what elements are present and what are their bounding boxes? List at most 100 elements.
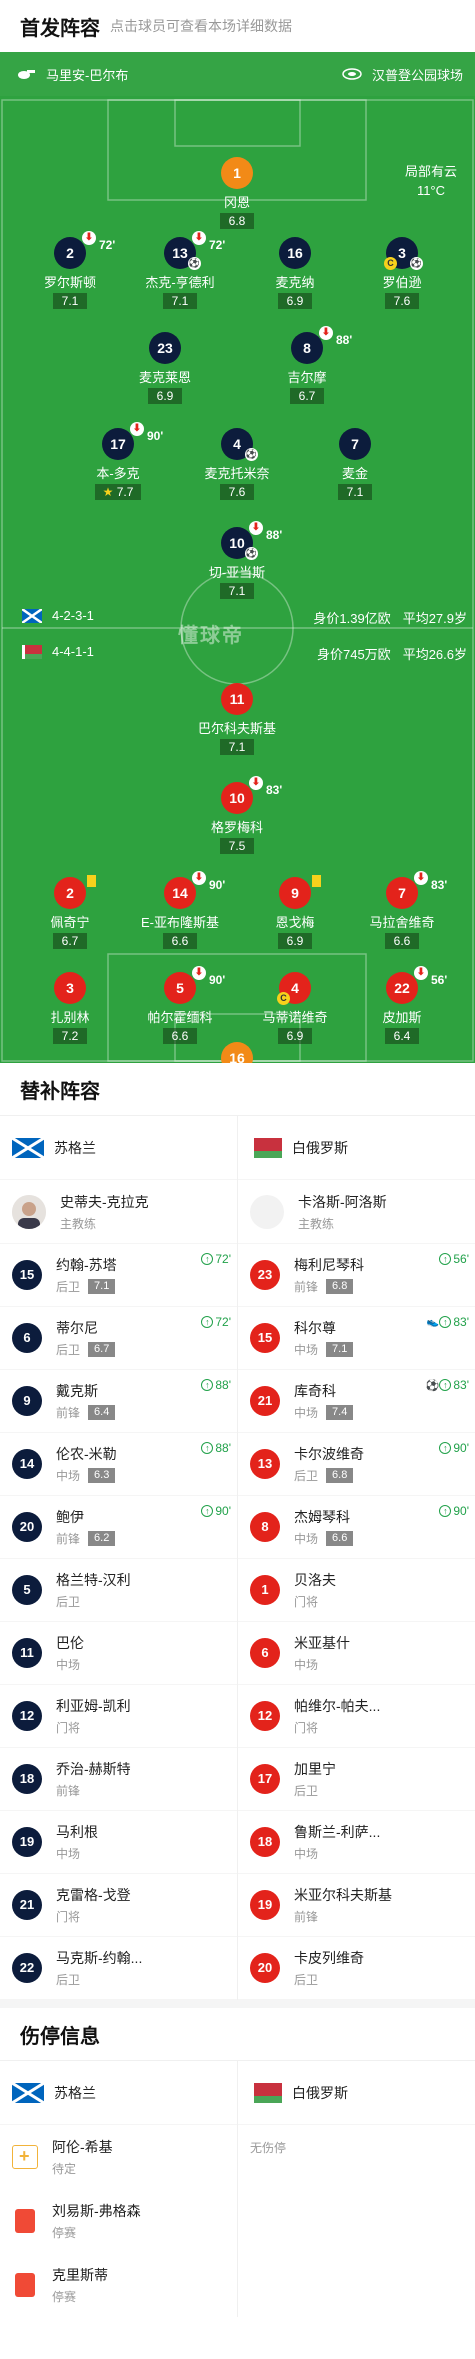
home-player[interactable]: 10 ⬇ 88' ⚽ 切-亚当斯 7.1 [182,521,292,600]
sub-player-info: 马利根 中场 [56,1822,98,1862]
subs-title: 替补阵容 [20,1080,100,1103]
player-name: 利亚姆-凯利 [56,1698,131,1714]
jersey-number: 6 [12,1323,42,1353]
home-player[interactable]: 16 麦克纳 6.9 [240,237,350,310]
jersey-number: 19 [250,1890,280,1920]
home-player[interactable]: 17 ⬇ 90' 本-多克 ★ 7.7 [63,422,173,501]
home-coach[interactable]: 史蒂夫-克拉克 主教练 [0,1180,237,1244]
away-coach[interactable]: 卡洛斯-阿洛斯 主教练 [238,1180,475,1244]
sub-player-row[interactable]: 12 帕维尔-帕夫... 门将 [238,1685,475,1748]
sub-player-info: 利亚姆-凯利 门将 [56,1696,131,1736]
sub-player-info: 乔治-赫斯特 前锋 [56,1759,131,1799]
jersey-number: 8 [250,1512,280,1542]
player-name: 卡尔波维奇 [294,1446,364,1462]
sub-player-row[interactable]: 20 卡皮列维奇 后卫 [238,1937,475,2000]
injury-row[interactable]: 克里斯蒂 停赛 [0,2253,237,2317]
sub-minute: 72' [215,1315,231,1329]
sub-minute: 83' [431,878,448,892]
away-player[interactable]: 2 佩奇宁 6.7 [15,875,125,950]
away-player[interactable]: 14 ⬇ 90' E-亚布隆斯基 6.6 [125,871,235,950]
sub-player-row[interactable]: 17 加里宁 后卫 [238,1748,475,1811]
goal-icon: ⚽ [245,547,258,560]
sub-player-row[interactable]: 12 利亚姆-凯利 门将 [0,1685,237,1748]
home-player[interactable]: 7 麦金 7.1 [300,428,410,501]
sub-player-row[interactable]: 23 梅利尼琴科 前锋 6.8 ↑ 56' [238,1244,475,1307]
scotland-flag-icon [12,1137,44,1158]
player-name: 巴伦 [56,1635,84,1651]
player-position: 门将 [56,1910,81,1924]
sub-player-row[interactable]: 9 戴克斯 前锋 6.4 ↑ 88' [0,1370,237,1433]
player-position: 中场 [294,1847,319,1861]
sub-player-row[interactable]: 20 鲍伊 前锋 6.2 ↑ 90' [0,1496,237,1559]
away-player[interactable]: 16拉波霍夫7.5 [182,1042,292,1063]
player-position: 前锋 [294,1910,319,1924]
home-player[interactable]: 2 ⬇ 72' 罗尔斯顿 7.1 [15,231,125,310]
player-position: 前锋 6.4 [56,1404,116,1421]
sub-player-row[interactable]: 19 米亚尔科夫斯基 前锋 [238,1874,475,1937]
jersey-number: 11 [221,683,253,715]
sub-on-icon: ↑ [201,1253,214,1265]
sub-player-row[interactable]: 5 格兰特-汉利 后卫 [0,1559,237,1622]
sub-player-row[interactable]: 22 马克斯-约翰... 后卫 [0,1937,237,2000]
home-player[interactable]: 8 ⬇ 88' 吉尔摩 6.7 [252,326,362,405]
player-name: 米亚尔科夫斯基 [294,1887,392,1903]
player-name: 约翰-苏塔 [56,1257,117,1273]
sub-player-info: 卡尔波维奇后卫 6.8 [294,1444,364,1484]
sub-minute: 88' [215,1441,231,1455]
home-player[interactable]: 23 麦克莱恩 6.9 [110,332,220,405]
away-player[interactable]: 10 ⬇ 83' 格罗梅科 7.5 [182,776,292,855]
jersey-number: 10 ⬇ 88' ⚽ [221,521,282,560]
sub-player-row[interactable]: 18 乔治-赫斯特 前锋 [0,1748,237,1811]
coach-role: 主教练 [298,1216,335,1231]
player-rating: 6.4 [88,1405,116,1420]
sub-player-row[interactable]: 15 科尔尊 中场 7.1 👟 ↑ 83' [238,1307,475,1370]
player-position: 后卫 6.8 [294,1467,364,1484]
away-player[interactable]: 7 ⬇ 83' 马拉舍维奇 6.6 [347,871,457,950]
away-team-info: 身价745万欧 平均26.6岁 [316,647,467,662]
coach-name: 史蒂夫-克拉克 [60,1193,149,1210]
sub-player-row[interactable]: 14 伦农-米勒 中场 6.3 ↑ 88' [0,1433,237,1496]
player-rating: 6.2 [88,1531,116,1546]
away-player[interactable]: 11 巴尔科夫斯基 7.1 [182,683,292,756]
no-injuries-text: 无伤停 [250,2141,287,2155]
jersey-number: 1 [250,1575,280,1605]
sub-player-row[interactable]: 21 克雷格-戈登 门将 [0,1874,237,1937]
page-hint: 点击球员可查看本场详细数据 [110,18,292,34]
away-player[interactable]: 3 扎别林 7.2 [15,972,125,1045]
sub-player-row[interactable]: 18 鲁斯兰-利萨... 中场 [238,1811,475,1874]
sub-player-row[interactable]: 6 蒂尔尼 后卫 6.7 ↑ 72' [0,1307,237,1370]
sub-player-row[interactable]: 19 马利根 中场 [0,1811,237,1874]
home-player[interactable]: 4 ⚽ 麦克托米奈 7.6 [182,428,292,501]
injury-row[interactable]: 刘易斯-弗格森 停赛 [0,2189,237,2253]
sub-player-info: 米亚基什 中场 [294,1633,350,1673]
away-player[interactable]: 5 ⬇ 90' 帕尔霍缅科 6.6 [125,966,235,1045]
home-player[interactable]: 3 C ⚽ 罗伯逊 7.6 [347,237,457,310]
player-name: 本-多克 [96,466,140,481]
injuries-title: 伤停信息 [20,2025,100,2048]
sub-player-row[interactable]: 1 贝洛夫 门将 [238,1559,475,1622]
home-player[interactable]: 13 ⬇ 72' ⚽ 杰克-亨德利 7.1 [125,231,235,310]
home-team-info: 身价1.39亿欧 平均27.9岁 [313,611,467,626]
sub-minute: 90' [215,1504,231,1518]
away-player[interactable]: 22 ⬇ 56' 皮加斯 6.4 [347,966,457,1045]
home-player[interactable]: 1 冈恩 6.8 [182,157,292,230]
player-position: 中场 [294,1658,319,1672]
sub-player-row[interactable]: 11 巴伦 中场 [0,1622,237,1685]
sub-player-row[interactable]: 6 米亚基什 中场 [238,1622,475,1685]
away-formation: 4-4-1-1 [22,644,94,659]
away-player[interactable]: 4 C 马蒂诺维奇 6.9 [240,972,350,1045]
home-injuries-team: 苏格兰 [0,2061,237,2125]
sub-minute: 72' [99,238,116,252]
player-rating: 6.8 [220,213,254,229]
player-name: 鲁斯兰-利萨... [294,1824,381,1840]
player-name: 米亚基什 [294,1635,350,1651]
sub-player-row[interactable]: 8 杰姆琴科 中场 6.6 ↑ 90' [238,1496,475,1559]
sub-player-row[interactable]: 21 库奇科 中场 7.4 ⚽ ↑ 83' [238,1370,475,1433]
sub-player-row[interactable]: 13 卡尔波维奇 后卫 6.8 ↑ 90' [238,1433,475,1496]
away-player[interactable]: 9 恩戈梅 6.9 [240,875,350,950]
coach-avatar-placeholder [250,1194,284,1229]
sub-in-event: ↑ 90' [201,1504,231,1518]
sub-player-row[interactable]: 15 约翰-苏塔 后卫 7.1 ↑ 72' [0,1244,237,1307]
player-name: E-亚布隆斯基 [140,915,219,930]
injury-row[interactable]: 阿伦-希基待定 [0,2125,237,2189]
